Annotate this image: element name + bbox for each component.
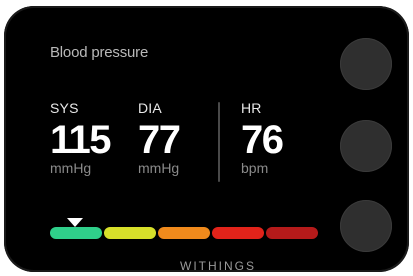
systolic-value: 115 bbox=[50, 118, 112, 162]
heart-rate-label: HR bbox=[241, 100, 262, 116]
scale-segment-stage-1 bbox=[158, 227, 210, 239]
diastolic-label: DIA bbox=[138, 100, 162, 116]
heart-rate-metric: HR 76 bpm bbox=[241, 100, 284, 176]
diastolic-metric: DIA 77 mmHg bbox=[138, 100, 181, 176]
heart-rate-unit: bpm bbox=[241, 160, 269, 176]
systolic-label: SYS bbox=[50, 100, 79, 116]
systolic-unit: mmHg bbox=[50, 160, 92, 176]
scale-segment-normal bbox=[50, 227, 102, 239]
metric-divider bbox=[218, 102, 220, 182]
triangle-down-icon bbox=[67, 218, 83, 227]
diastolic-value: 77 bbox=[138, 118, 181, 162]
scale-segment-elevated bbox=[104, 227, 156, 239]
scale-segment-stage-2 bbox=[212, 227, 264, 239]
bottom-button[interactable] bbox=[340, 200, 392, 252]
systolic-metric: SYS 115 mmHg bbox=[50, 100, 112, 176]
top-button[interactable] bbox=[340, 38, 392, 90]
heart-rate-value: 76 bbox=[241, 118, 284, 162]
scale-segment-crisis bbox=[266, 227, 318, 239]
screen-title: Blood pressure bbox=[50, 44, 149, 61]
middle-button[interactable] bbox=[340, 120, 392, 172]
diastolic-unit: mmHg bbox=[138, 160, 180, 176]
brand-logo-text: WITHINGS bbox=[180, 259, 256, 273]
